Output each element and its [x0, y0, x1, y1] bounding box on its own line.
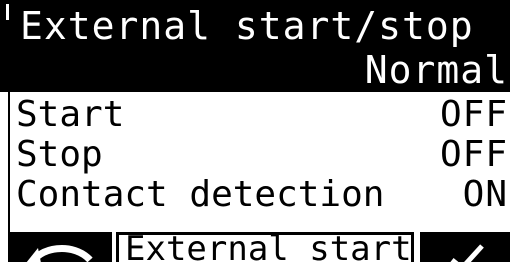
screen-header: External start/stop Normal: [0, 0, 510, 92]
row-stop[interactable]: Stop OFF: [8, 134, 510, 176]
row-value: OFF: [439, 134, 508, 175]
corner-marker: [6, 4, 9, 20]
mode-value[interactable]: Normal: [365, 50, 508, 90]
screen-title: External start/stop: [20, 4, 474, 48]
row-contact-detection[interactable]: Contact detection ON: [8, 174, 510, 216]
confirm-button[interactable]: [420, 232, 510, 262]
external-start-softkey[interactable]: External start/: [116, 232, 414, 262]
row-start[interactable]: Start OFF: [8, 94, 510, 136]
row-label: Start: [16, 94, 125, 135]
settings-list: Start OFF Stop OFF Contact detection ON: [8, 92, 510, 232]
row-value: OFF: [439, 94, 508, 135]
softkey-bar: External start/: [0, 232, 510, 262]
lcd-screen: External start/stop Normal Start OFF Sto…: [0, 0, 510, 262]
back-arrow-icon: [26, 245, 93, 262]
row-value: ON: [462, 174, 508, 215]
back-button[interactable]: [8, 232, 112, 262]
row-label: Contact detection: [16, 174, 385, 215]
softkey-label: External start/: [125, 232, 414, 262]
row-label: Stop: [16, 134, 103, 175]
checkmark-icon: [450, 244, 484, 262]
